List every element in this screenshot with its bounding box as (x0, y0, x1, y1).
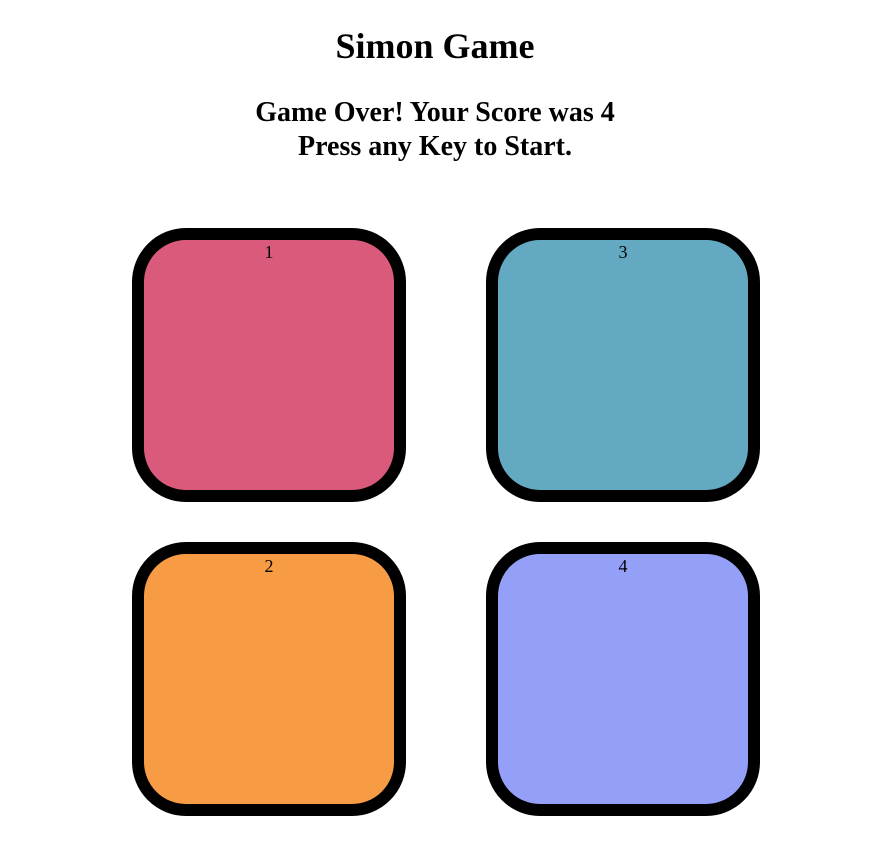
simon-button-label: 4 (618, 556, 628, 576)
simon-button-label: 3 (618, 242, 628, 262)
page-title: Simon Game (335, 26, 535, 66)
simon-button-1[interactable]: 1 (132, 228, 406, 502)
status-line-prompt: Press any Key to Start. (298, 131, 572, 162)
simon-button-2[interactable]: 2 (132, 542, 406, 816)
simon-button-label: 2 (264, 556, 274, 576)
simon-button-3[interactable]: 3 (486, 228, 760, 502)
status-line-score: Game Over! Your Score was 4 (255, 97, 615, 128)
page: Simon Game Game Over! Your Score was 4 P… (0, 0, 870, 848)
simon-button-4[interactable]: 4 (486, 542, 760, 816)
simon-button-label: 1 (264, 242, 274, 262)
game-status: Game Over! Your Score was 4 Press any Ke… (0, 96, 870, 164)
